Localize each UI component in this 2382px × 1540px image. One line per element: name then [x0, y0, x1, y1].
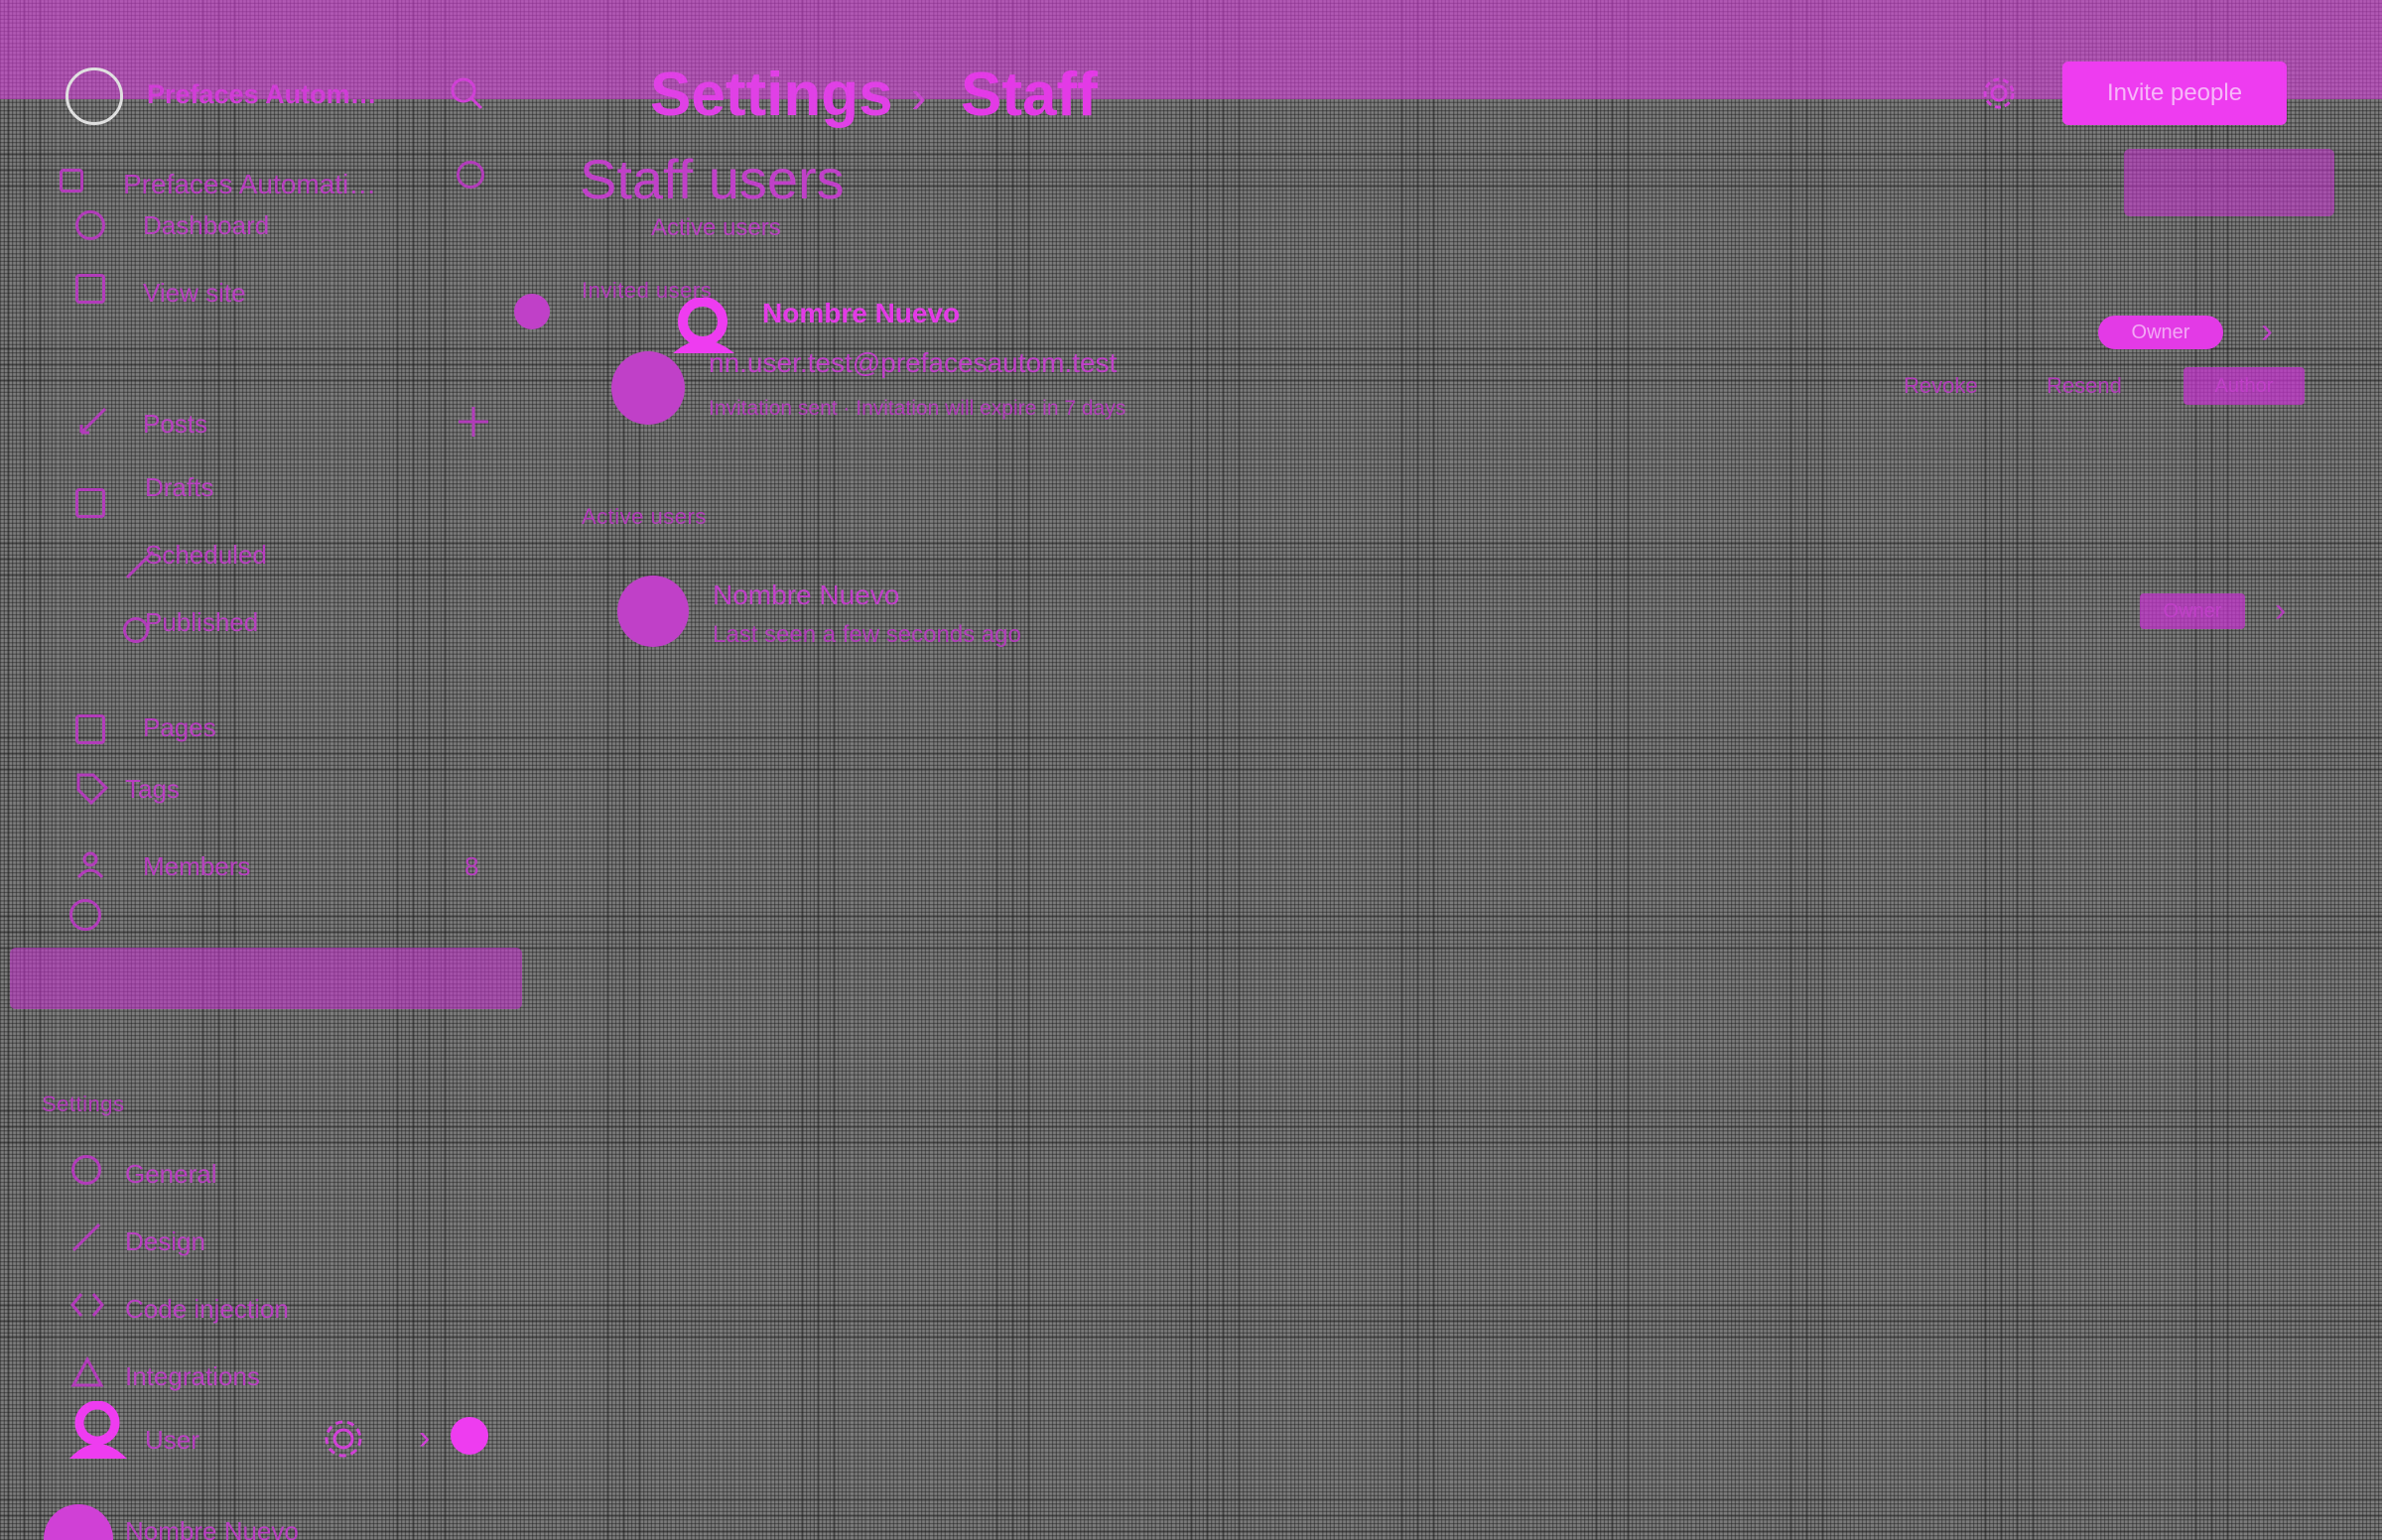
sidebar-item-label: Code injection	[125, 1294, 289, 1324]
active-user-row[interactable]: Nombre Nuevo Last seen a few seconds ago	[615, 566, 2313, 655]
owner-badge: Owner	[2098, 316, 2223, 349]
sidebar-item-pages[interactable]: Pages	[75, 703, 512, 746]
sidebar-item-general[interactable]: General	[69, 1151, 506, 1195]
page-title: Staff users	[580, 148, 845, 210]
search-icon[interactable]	[449, 75, 484, 111]
invited-user-avatar-icon	[665, 298, 744, 353]
active-owner-badge-label: Owner	[2163, 600, 2222, 622]
members-icon	[75, 849, 105, 879]
posts-icon	[75, 403, 111, 439]
sidebar-item-label: Tags	[125, 774, 180, 804]
sidebar-item-label: View site	[143, 278, 246, 308]
role-select[interactable]: Author	[2184, 367, 2305, 405]
sidebar-item-posts[interactable]: Posts	[75, 401, 512, 445]
row-chevron-icon[interactable]: ›	[2261, 310, 2273, 351]
breadcrumb-current: Staff	[961, 61, 1098, 129]
sidebar-item-label: Members	[143, 851, 251, 881]
bottom-user-avatar[interactable]	[44, 1504, 113, 1540]
page-subtitle: Active users	[651, 214, 781, 241]
sidebar-item-code-injection[interactable]: Code injection	[69, 1286, 506, 1330]
breadcrumb-separator: ›	[911, 70, 927, 122]
sidebar-item-label: Drafts	[145, 472, 214, 502]
tags-icon	[75, 772, 109, 806]
general-icon	[71, 1155, 101, 1185]
sidebar-item-label: Design	[125, 1226, 205, 1256]
owner-badge-label: Owner	[2131, 321, 2190, 343]
sidebar-item-tags[interactable]: Tags	[75, 768, 512, 812]
breadcrumb-parent[interactable]: Settings	[650, 60, 893, 130]
sidebar-item-integrations[interactable]: Integrations	[69, 1353, 506, 1397]
active-user-detail: Last seen a few seconds ago	[713, 621, 1021, 648]
dashboard-icon	[75, 210, 105, 240]
design-icon	[69, 1220, 103, 1254]
pages-icon	[75, 714, 105, 744]
sidebar-item-view-site[interactable]: View site	[75, 272, 512, 321]
invite-people-label: Invite people	[2106, 79, 2243, 106]
sidebar-site-icon	[60, 169, 83, 192]
active-owner-badge: Owner	[2140, 593, 2245, 629]
sidebar-item-label: Dashboard	[143, 210, 270, 240]
status-dot	[451, 1417, 488, 1455]
invite-people-button[interactable]: Invite people	[2062, 62, 2287, 125]
sidebar-item-scheduled[interactable]: Scheduled	[123, 536, 520, 579]
sidebar-site-name[interactable]: Prefaces Automati…	[123, 169, 376, 200]
settings-section-label: Settings	[42, 1091, 125, 1116]
invited-user-email: nn.user.test@prefacesautom.test	[709, 347, 1118, 378]
section-dot	[514, 294, 550, 329]
invited-user-name: Nombre Nuevo	[762, 298, 961, 328]
user-label: User	[145, 1425, 199, 1455]
site-logo-icon[interactable]	[66, 67, 123, 125]
site-name[interactable]: Prefaces Autom…	[147, 79, 377, 110]
invited-user-row[interactable]: Nombre Nuevo nn.user.test@prefacesautom.…	[605, 288, 2313, 437]
code-icon	[69, 1290, 105, 1320]
view-site-icon	[75, 274, 105, 304]
sidebar-item-label: Published	[145, 607, 259, 637]
sidebar-item-members[interactable]: Members 8	[75, 845, 512, 889]
drafts-icon	[75, 488, 105, 518]
members-avatar-icon	[69, 899, 101, 931]
sidebar-item-design[interactable]: Design	[69, 1219, 506, 1262]
sidebar-item-label: Pages	[143, 712, 216, 742]
gear-icon[interactable]	[1981, 75, 2017, 111]
role-select-value: Author	[2214, 375, 2274, 397]
sidebar-item-drafts[interactable]: Drafts	[75, 468, 512, 518]
revoke-link[interactable]: Revoke	[1904, 373, 1978, 399]
invited-user-detail: Invitation sent · Invitation will expire…	[709, 397, 1126, 420]
active-user-name: Nombre Nuevo	[713, 579, 900, 610]
sidebar-item-members-alt[interactable]	[69, 895, 506, 939]
active-row-chevron-icon[interactable]: ›	[2275, 591, 2286, 630]
sidebar-item-published[interactable]: Published	[123, 603, 520, 647]
sidebar-item-label: Integrations	[125, 1361, 260, 1391]
sidebar-item-label: Scheduled	[145, 540, 267, 570]
integrations-icon	[69, 1355, 105, 1389]
invited-user-avatar	[611, 351, 685, 425]
bottom-user-name[interactable]: Nombre Nuevo	[125, 1516, 299, 1540]
sidebar-item-dashboard[interactable]: Dashboard	[75, 206, 512, 246]
active-section-label: Active users	[582, 504, 707, 529]
user-avatar-icon[interactable]	[64, 1401, 133, 1461]
sidebar-item-label: Posts	[143, 409, 208, 439]
chevron-right-icon[interactable]: ›	[419, 1419, 430, 1458]
sidebar-item-staff[interactable]	[10, 948, 522, 1009]
new-post-icon[interactable]	[457, 405, 490, 439]
active-user-avatar	[617, 576, 689, 647]
members-count: 8	[464, 851, 479, 881]
sidebar-search-icon[interactable]	[457, 161, 484, 189]
resend-link[interactable]: Resend	[2047, 373, 2122, 399]
header-action-button[interactable]	[2124, 149, 2334, 216]
settings-gear-icon[interactable]	[322, 1417, 365, 1461]
sidebar-item-label: General	[125, 1159, 217, 1189]
